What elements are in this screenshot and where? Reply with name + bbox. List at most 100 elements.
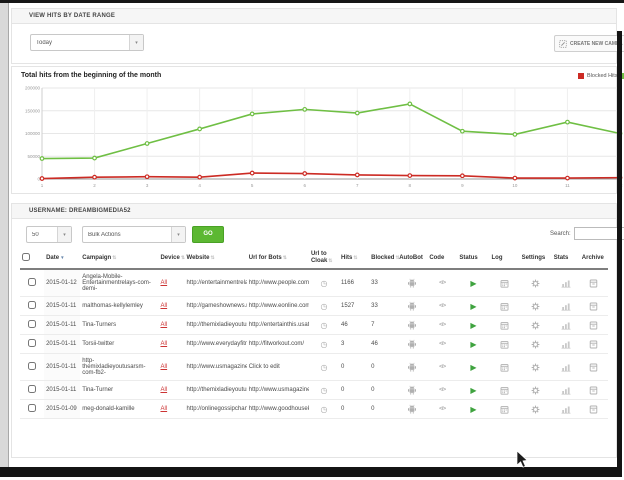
stats-chart-icon[interactable] xyxy=(561,340,571,349)
page-size-select[interactable]: 50 ▾ xyxy=(26,226,72,243)
column-header-website[interactable]: Website⇅ xyxy=(185,248,247,269)
stats-chart-icon[interactable] xyxy=(561,405,571,414)
cell-settings[interactable] xyxy=(520,335,552,354)
device-link[interactable]: All xyxy=(160,406,167,412)
settings-gear-icon[interactable] xyxy=(531,363,540,372)
log-icon[interactable] xyxy=(500,405,509,414)
cell-settings[interactable] xyxy=(520,381,552,400)
cell-status[interactable]: ▶ xyxy=(457,381,489,400)
stats-chart-icon[interactable] xyxy=(561,386,571,395)
status-active-icon[interactable]: ▶ xyxy=(470,340,476,349)
cell-log[interactable] xyxy=(490,381,520,400)
row-checkbox[interactable] xyxy=(28,362,36,370)
column-header-date[interactable]: Date▼ xyxy=(44,248,80,269)
cell-stats[interactable] xyxy=(552,269,580,297)
archive-icon[interactable] xyxy=(589,386,598,395)
cell-log[interactable] xyxy=(490,316,520,335)
date-range-select[interactable]: Today ▾ xyxy=(30,34,144,51)
row-checkbox[interactable] xyxy=(28,385,36,393)
device-link[interactable]: All xyxy=(160,387,167,393)
log-icon[interactable] xyxy=(500,321,509,330)
status-active-icon[interactable]: ▶ xyxy=(470,405,476,414)
cell-archive[interactable] xyxy=(580,381,608,400)
settings-gear-icon[interactable] xyxy=(531,340,540,349)
cell-archive[interactable] xyxy=(580,316,608,335)
archive-icon[interactable] xyxy=(589,405,598,414)
code-icon[interactable]: </> xyxy=(439,322,445,328)
row-checkbox[interactable] xyxy=(28,320,36,328)
device-link[interactable]: All xyxy=(160,322,167,328)
cell-code[interactable]: </> xyxy=(427,335,457,354)
archive-icon[interactable] xyxy=(589,340,598,349)
cell-stats[interactable] xyxy=(552,316,580,335)
cell-status[interactable]: ▶ xyxy=(457,335,489,354)
go-button[interactable]: GO xyxy=(192,226,224,243)
cell-archive[interactable] xyxy=(580,335,608,354)
settings-gear-icon[interactable] xyxy=(531,302,540,311)
cell-settings[interactable] xyxy=(520,269,552,297)
device-link[interactable]: All xyxy=(160,303,167,309)
archive-icon[interactable] xyxy=(589,302,598,311)
column-header-blocked[interactable]: Blocked⇅ xyxy=(369,248,397,269)
column-header-campaign[interactable]: Campaign⇅ xyxy=(80,248,158,269)
create-new-campaign-button[interactable]: CREATE NEW CAMPA xyxy=(554,35,624,52)
column-header-device[interactable]: Device⇅ xyxy=(158,248,184,269)
log-icon[interactable] xyxy=(500,340,509,349)
log-icon[interactable] xyxy=(500,386,509,395)
cell-log[interactable] xyxy=(490,297,520,316)
cell-log[interactable] xyxy=(490,400,520,419)
row-checkbox[interactable] xyxy=(28,404,36,412)
row-checkbox[interactable] xyxy=(28,339,36,347)
code-icon[interactable]: </> xyxy=(439,280,445,286)
cell-log[interactable] xyxy=(490,269,520,297)
cell-stats[interactable] xyxy=(552,354,580,381)
cell-settings[interactable] xyxy=(520,316,552,335)
device-link[interactable]: All xyxy=(160,280,167,286)
cell-archive[interactable] xyxy=(580,400,608,419)
status-active-icon[interactable]: ▶ xyxy=(470,279,476,288)
archive-icon[interactable] xyxy=(589,279,598,288)
archive-icon[interactable] xyxy=(589,321,598,330)
settings-gear-icon[interactable] xyxy=(531,279,540,288)
code-icon[interactable]: </> xyxy=(439,364,445,370)
column-header-url-for-bots[interactable]: Url for Bots⇅ xyxy=(247,248,309,269)
cell-code[interactable]: </> xyxy=(427,316,457,335)
bulk-actions-select[interactable]: Bulk Actions ▾ xyxy=(82,226,186,243)
status-active-icon[interactable]: ▶ xyxy=(470,302,476,311)
status-active-icon[interactable]: ▶ xyxy=(470,321,476,330)
settings-gear-icon[interactable] xyxy=(531,405,540,414)
cell-status[interactable]: ▶ xyxy=(457,354,489,381)
stats-chart-icon[interactable] xyxy=(561,321,571,330)
cell-code[interactable]: </> xyxy=(427,381,457,400)
cell-archive[interactable] xyxy=(580,354,608,381)
cell-status[interactable]: ▶ xyxy=(457,316,489,335)
cell-archive[interactable] xyxy=(580,297,608,316)
row-checkbox[interactable] xyxy=(28,301,36,309)
settings-gear-icon[interactable] xyxy=(531,386,540,395)
cell-settings[interactable] xyxy=(520,297,552,316)
cell-log[interactable] xyxy=(490,354,520,381)
cell-code[interactable]: </> xyxy=(427,354,457,381)
cell-code[interactable]: </> xyxy=(427,297,457,316)
cell-stats[interactable] xyxy=(552,335,580,354)
code-icon[interactable]: </> xyxy=(439,303,445,309)
device-link[interactable]: All xyxy=(160,341,167,347)
cell-code[interactable]: </> xyxy=(427,269,457,297)
cell-stats[interactable] xyxy=(552,381,580,400)
column-header-hits[interactable]: Hits⇅ xyxy=(339,248,369,269)
column-header-url-to-cloak[interactable]: Url to Cloak⇅ xyxy=(309,248,339,269)
cell-settings[interactable] xyxy=(520,400,552,419)
archive-icon[interactable] xyxy=(589,363,598,372)
select-all-checkbox[interactable] xyxy=(22,253,30,261)
cell-status[interactable]: ▶ xyxy=(457,269,489,297)
log-icon[interactable] xyxy=(500,363,509,372)
status-active-icon[interactable]: ▶ xyxy=(470,386,476,395)
stats-chart-icon[interactable] xyxy=(561,279,571,288)
cell-settings[interactable] xyxy=(520,354,552,381)
cell-stats[interactable] xyxy=(552,400,580,419)
row-checkbox[interactable] xyxy=(28,278,36,286)
code-icon[interactable]: </> xyxy=(439,341,445,347)
device-link[interactable]: All xyxy=(160,364,167,370)
log-icon[interactable] xyxy=(500,279,509,288)
code-icon[interactable]: </> xyxy=(439,406,445,412)
